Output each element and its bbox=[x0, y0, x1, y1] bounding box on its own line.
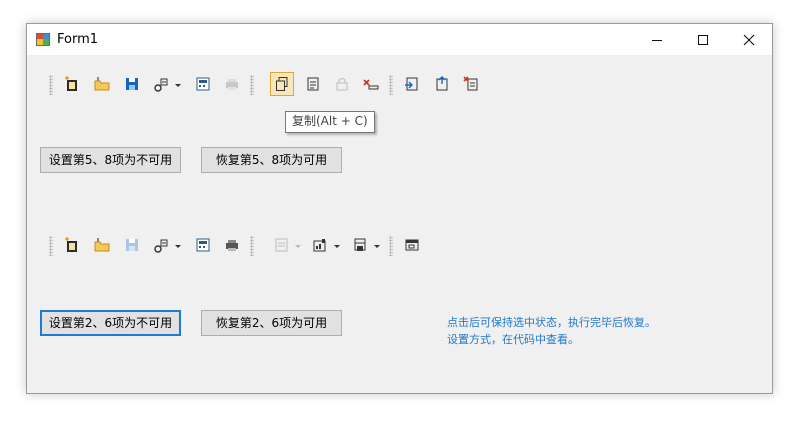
restore-items-5-8-button[interactable]: 恢复第5、8项为可用 bbox=[201, 147, 342, 173]
disable-items-5-8-button[interactable]: 设置第5、8项为不可用 bbox=[40, 147, 181, 173]
chevron-down-icon[interactable] bbox=[334, 245, 340, 248]
chevron-down-icon bbox=[295, 245, 301, 248]
print-icon bbox=[226, 79, 238, 90]
print-icon[interactable] bbox=[224, 237, 240, 253]
calculator-icon[interactable] bbox=[195, 76, 211, 92]
close-icon bbox=[743, 34, 755, 45]
window-icon[interactable] bbox=[404, 237, 420, 253]
maximize-icon bbox=[698, 34, 708, 45]
toolbar-separator bbox=[250, 75, 254, 95]
info-note: 点击后可保持选中状态，执行完毕后恢复。 设置方式，在代码中查看。 bbox=[447, 314, 656, 348]
save-icon bbox=[126, 239, 138, 251]
import-icon[interactable] bbox=[404, 76, 420, 92]
lock-icon bbox=[336, 78, 348, 91]
copy-icon[interactable] bbox=[274, 76, 290, 92]
toolbar-grip[interactable] bbox=[49, 236, 53, 256]
open-icon[interactable] bbox=[94, 237, 110, 253]
title-bar[interactable]: Form1 bbox=[27, 24, 772, 55]
calculator-icon[interactable] bbox=[195, 237, 211, 253]
maximize-button[interactable] bbox=[680, 24, 726, 55]
close-button[interactable] bbox=[726, 24, 772, 55]
minimize-button[interactable] bbox=[634, 24, 680, 55]
toolbar-separator bbox=[389, 75, 393, 95]
chevron-down-icon[interactable] bbox=[374, 245, 380, 248]
main-window: Form1 复制(Alt + C) 设置第5、8项为不可用 恢复第5、8项为可用… bbox=[26, 23, 773, 394]
report-dropdown-icon bbox=[275, 238, 288, 252]
delete-icon[interactable] bbox=[363, 76, 379, 92]
app-icon bbox=[36, 33, 50, 46]
open-icon[interactable] bbox=[94, 76, 110, 92]
delete-list-icon[interactable] bbox=[463, 76, 479, 92]
toolbar-separator bbox=[389, 236, 393, 256]
chart-dropdown-icon[interactable] bbox=[312, 237, 328, 253]
window-title: Form1 bbox=[57, 32, 99, 47]
minimize-icon bbox=[652, 39, 662, 41]
toolbar-grip[interactable] bbox=[49, 75, 53, 95]
new-icon[interactable] bbox=[64, 76, 80, 92]
restore-items-2-6-button[interactable]: 恢复第2、6项为可用 bbox=[201, 310, 342, 336]
chevron-down-icon[interactable] bbox=[175, 245, 181, 248]
export-icon[interactable] bbox=[434, 76, 450, 92]
layout-dropdown-icon[interactable] bbox=[352, 237, 368, 253]
settings-dropdown-icon[interactable] bbox=[153, 77, 169, 93]
chevron-down-icon[interactable] bbox=[175, 84, 181, 87]
info-note-line-2: 设置方式，在代码中查看。 bbox=[447, 333, 579, 346]
info-note-line-1: 点击后可保持选中状态，执行完毕后恢复。 bbox=[447, 316, 656, 329]
disable-items-2-6-button[interactable]: 设置第2、6项为不可用 bbox=[40, 310, 181, 336]
save-icon[interactable] bbox=[124, 76, 140, 92]
new-icon[interactable] bbox=[64, 237, 80, 253]
settings-dropdown-icon[interactable] bbox=[153, 238, 169, 254]
toolbar-separator bbox=[250, 236, 254, 256]
copy-tooltip: 复制(Alt + C) bbox=[285, 111, 375, 133]
paste-icon[interactable] bbox=[305, 76, 321, 92]
